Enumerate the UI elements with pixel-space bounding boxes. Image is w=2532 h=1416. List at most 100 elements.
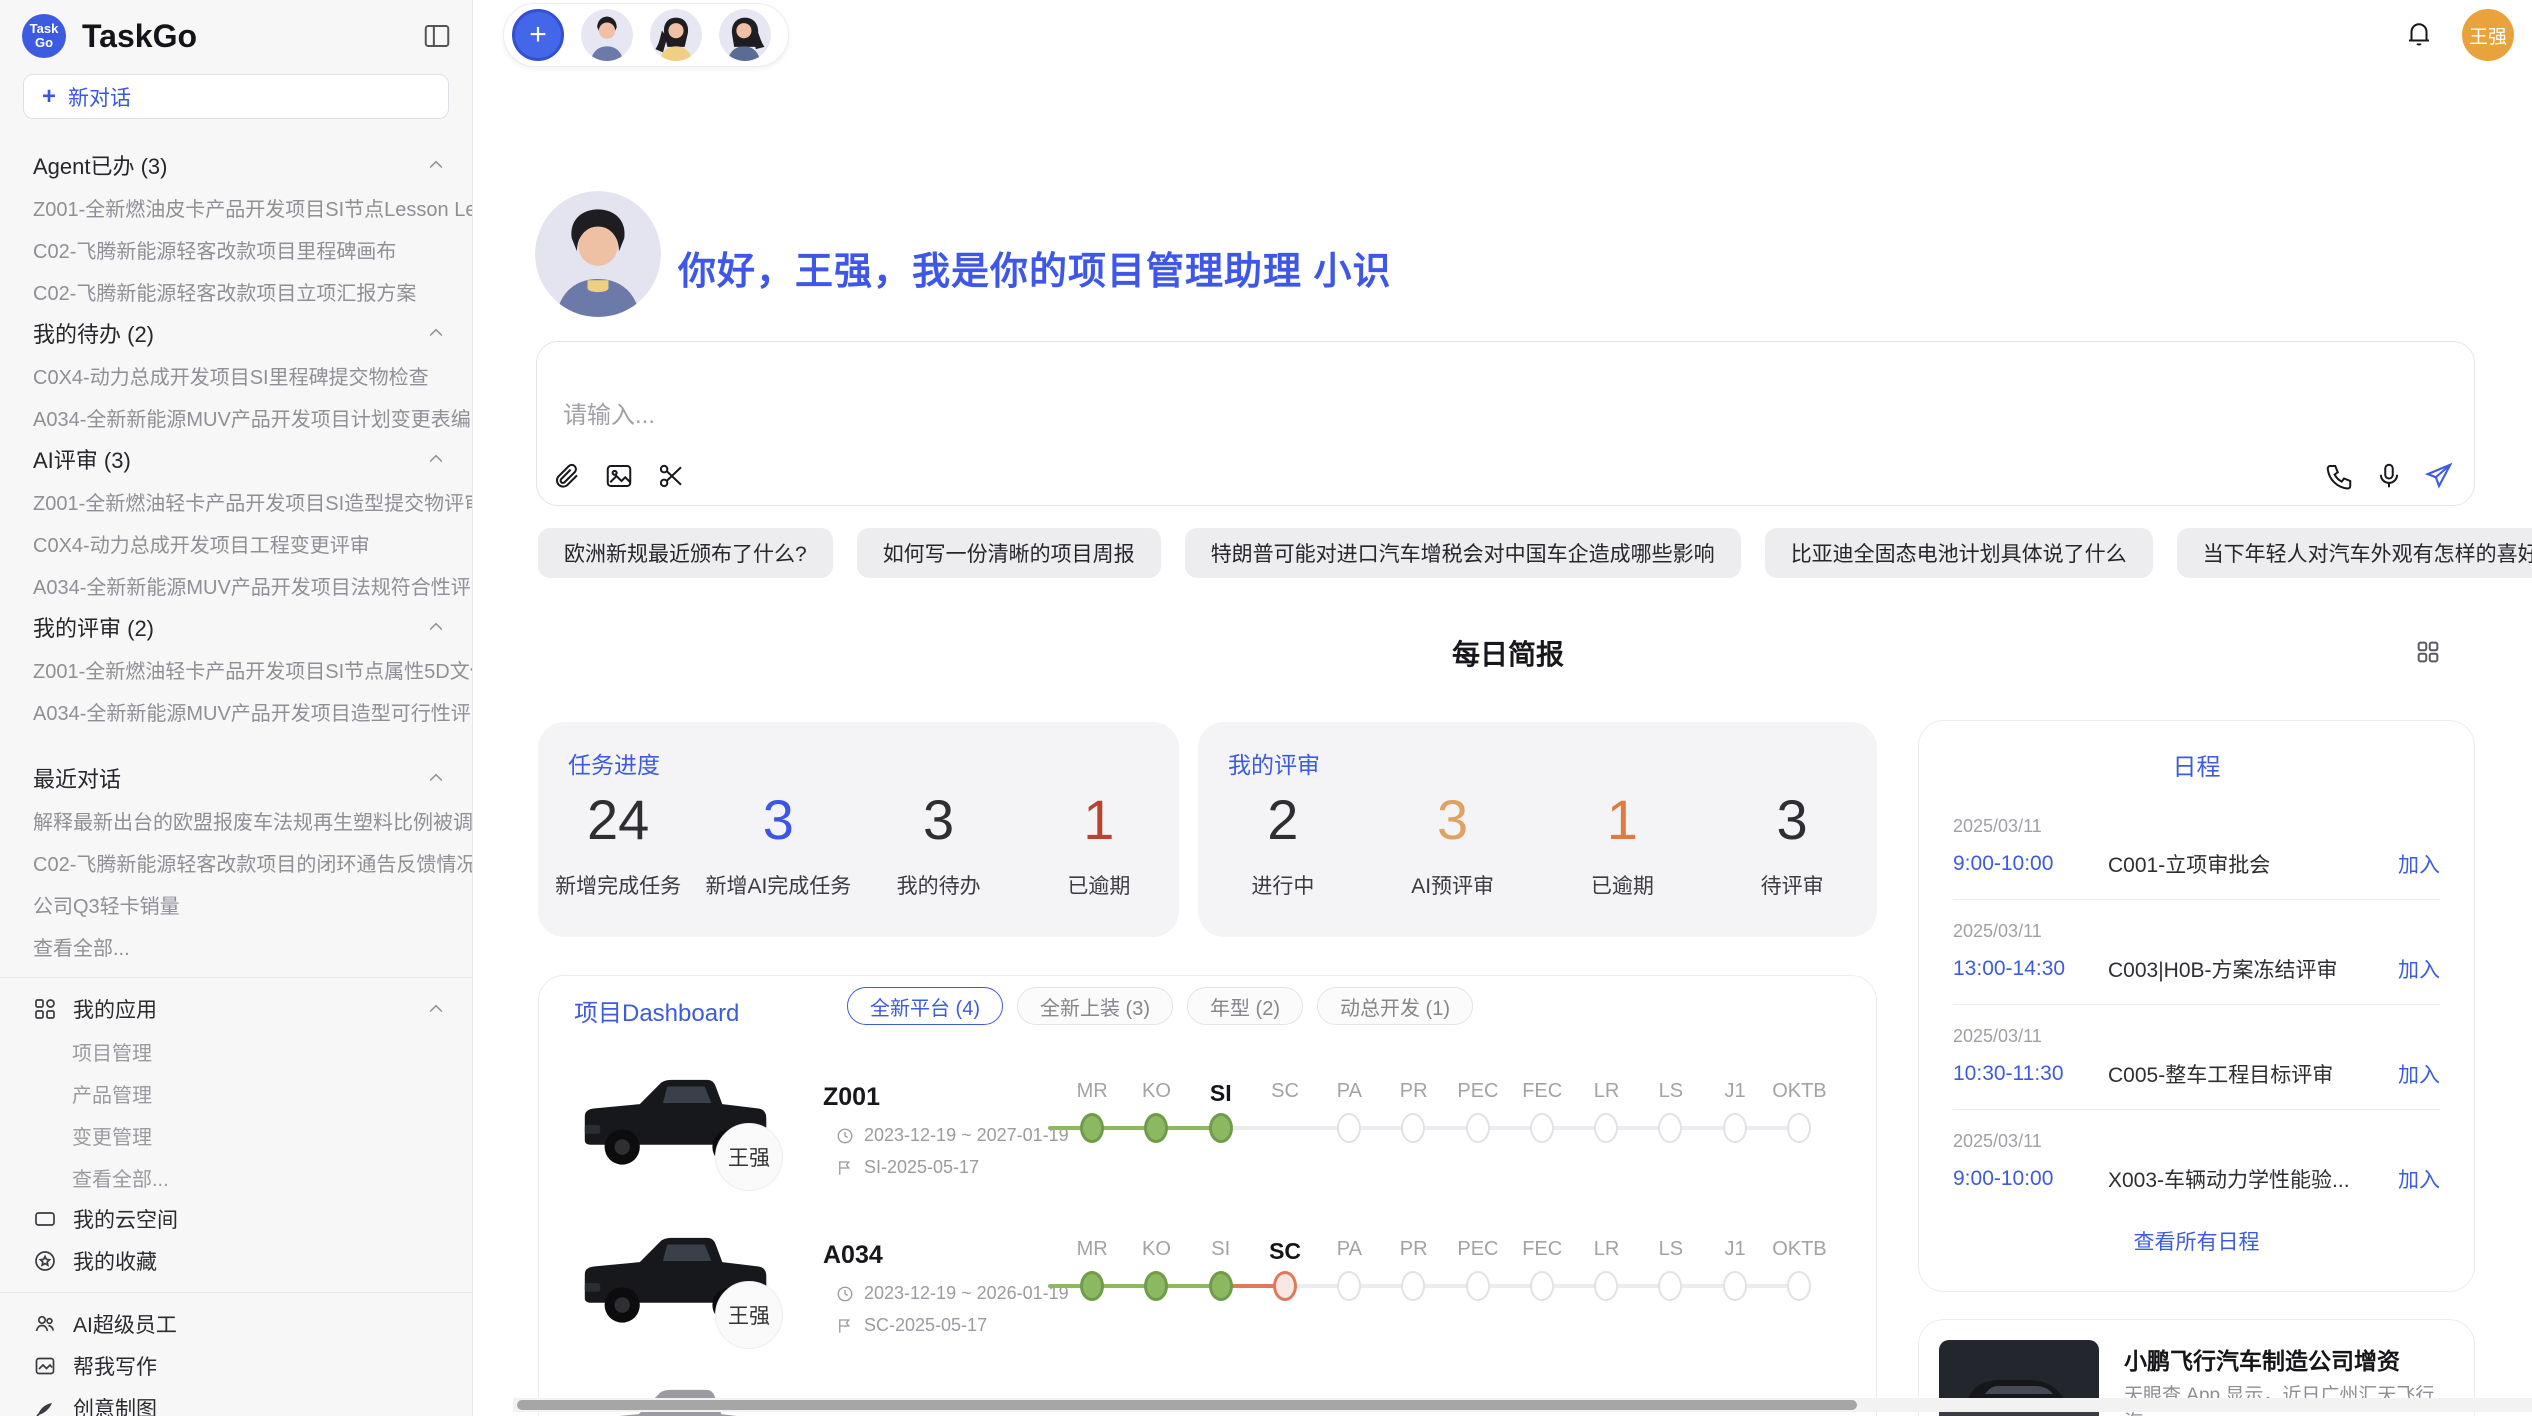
join-link[interactable]: 加入 xyxy=(2398,1059,2440,1089)
sidebar-item-favorites[interactable]: 我的收藏 xyxy=(0,1240,472,1282)
greeting-text: 你好，王强，我是你的项目管理助理 小识 xyxy=(678,240,1392,295)
schedule-entry: 2025/03/11 9:00-10:00 C001-立项审批会 加入 xyxy=(1953,816,2440,879)
chat-input[interactable] xyxy=(563,402,1963,430)
stat-value: 2 xyxy=(1198,784,1368,856)
join-link[interactable]: 加入 xyxy=(2398,954,2440,984)
list-item[interactable]: 公司Q3轻卡销量 xyxy=(0,883,472,925)
section-header-my-apps[interactable]: 我的应用 xyxy=(0,988,472,1030)
suggestion-chip[interactable]: 当下年轻人对汽车外观有怎样的喜好趋势 xyxy=(2177,528,2532,578)
voice-call-icon[interactable] xyxy=(2324,461,2354,491)
apps-grid-icon xyxy=(33,997,59,1021)
layout-toggle-icon[interactable] xyxy=(2414,638,2442,666)
sidebar-item-cloud-space[interactable]: 我的云空间 xyxy=(0,1198,472,1240)
logo-text-bottom: Go xyxy=(35,36,53,50)
sidebar-item-product-mgmt[interactable]: 产品管理 xyxy=(0,1072,472,1114)
divider xyxy=(1953,1109,2440,1110)
image-upload-icon[interactable] xyxy=(604,461,634,491)
view-all-chats[interactable]: 查看全部... xyxy=(0,925,472,967)
horizontal-scrollbar-thumb[interactable] xyxy=(517,1400,1857,1410)
section-header-my-review[interactable]: 我的评审 (2) xyxy=(0,606,472,648)
list-item[interactable]: C02-飞腾新能源轻客改款项目里程碑画布 xyxy=(0,228,472,270)
app-logo: Task Go xyxy=(22,14,66,58)
star-badge-icon xyxy=(33,1249,59,1273)
list-item[interactable]: A034-全新新能源MUV产品开发项目造型可行性评审 xyxy=(0,690,472,732)
chevron-up-icon[interactable] xyxy=(426,323,446,343)
join-link[interactable]: 加入 xyxy=(2398,849,2440,879)
sidebar-item-ai-employee[interactable]: AI超级员工 xyxy=(0,1303,472,1345)
list-item[interactable]: A034-全新新能源MUV产品开发项目计划变更表编写 xyxy=(0,396,472,438)
list-item[interactable]: C0X4-动力总成开发项目工程变更评审 xyxy=(0,522,472,564)
cloud-drive-icon xyxy=(33,1207,59,1231)
microphone-icon[interactable] xyxy=(2374,461,2404,491)
entry-name: C003|H0B-方案冻结评审 xyxy=(2108,954,2398,984)
project-row[interactable]: 王强 A034 2023-12-19 ~ 2026-01-19 SC-2025-… xyxy=(539,1219,1877,1377)
chevron-up-icon[interactable] xyxy=(426,155,446,175)
sidebar-item-project-mgmt[interactable]: 项目管理 xyxy=(0,1030,472,1072)
sidebar-item-creative-draw[interactable]: 创意制图 xyxy=(0,1387,472,1416)
section-header-my-todo[interactable]: 我的待办 (2) xyxy=(0,312,472,354)
chevron-up-icon[interactable] xyxy=(426,449,446,469)
project-row[interactable]: 王强 Z001 2023-12-19 ~ 2027-01-19 SI-2025-… xyxy=(539,1061,1877,1219)
suggestion-chip[interactable]: 特朗普可能对进口汽车增税会对中国车企造成哪些影响 xyxy=(1185,528,1741,578)
list-item[interactable]: C02-飞腾新能源轻客改款项目立项汇报方案 xyxy=(0,270,472,312)
new-chat-button[interactable]: + 新对话 xyxy=(23,74,449,119)
divider xyxy=(1953,1004,2440,1005)
stat-value: 3 xyxy=(1707,784,1877,856)
list-item[interactable]: 解释最新出台的欧盟报废车法规再生塑料比例被调至15%... xyxy=(0,799,472,841)
stat-value: 1 xyxy=(1538,784,1708,856)
list-item[interactable]: Z001-全新燃油皮卡产品开发项目SI节点Lesson Learn报告 xyxy=(0,186,472,228)
list-item[interactable]: Z001-全新燃油轻卡产品开发项目SI造型提交物评审 xyxy=(0,480,472,522)
attachment-icon[interactable] xyxy=(552,461,582,491)
clock-icon xyxy=(836,1127,854,1145)
entry-time: 9:00-10:00 xyxy=(1953,1167,2108,1191)
daily-brief-title: 每日简报 xyxy=(1278,633,1738,673)
avatar[interactable] xyxy=(650,9,702,61)
send-icon[interactable] xyxy=(2424,461,2454,491)
user-avatar[interactable]: 王强 xyxy=(2462,9,2514,61)
scissors-icon[interactable] xyxy=(656,461,686,491)
list-item[interactable]: C02-飞腾新能源轻客改款项目的闭环通告反馈情况 xyxy=(0,841,472,883)
suggestion-chip[interactable]: 如何写一份清晰的项目周报 xyxy=(857,528,1161,578)
project-dates: 2023-12-19 ~ 2027-01-19 xyxy=(864,1125,1069,1146)
sidebar-item-change-mgmt[interactable]: 变更管理 xyxy=(0,1114,472,1156)
list-item[interactable]: A034-全新新能源MUV产品开发项目法规符合性评审 xyxy=(0,564,472,606)
milestone-timeline xyxy=(1060,1113,1832,1143)
entry-time: 13:00-14:30 xyxy=(1953,957,2108,981)
filter-tab[interactable]: 年型 (2) xyxy=(1187,987,1303,1025)
chevron-up-icon[interactable] xyxy=(426,617,446,637)
list-item[interactable]: Z001-全新燃油轻卡产品开发项目SI节点属性5D文件评审 xyxy=(0,648,472,690)
join-link[interactable]: 加入 xyxy=(2398,1164,2440,1194)
collapse-sidebar-icon[interactable] xyxy=(422,21,452,51)
stat-label: AI预评审 xyxy=(1368,870,1538,900)
section-header-recent-chats[interactable]: 最近对话 xyxy=(0,757,472,799)
section-header-agent-done[interactable]: Agent已办 (3) xyxy=(0,144,472,186)
pen-icon xyxy=(33,1396,59,1416)
suggestion-chip[interactable]: 欧洲新规最近颁布了什么? xyxy=(538,528,833,578)
entry-date: 2025/03/11 xyxy=(1953,921,2440,942)
project-code: A034 xyxy=(823,1241,883,1270)
notifications-bell-icon[interactable] xyxy=(2404,18,2434,48)
suggestion-chip[interactable]: 比亚迪全固态电池计划具体说了什么 xyxy=(1765,528,2153,578)
chevron-up-icon[interactable] xyxy=(426,768,446,788)
view-all-apps[interactable]: 查看全部... xyxy=(0,1156,472,1198)
filter-tab[interactable]: 全新平台 (4) xyxy=(847,987,1003,1025)
avatar[interactable] xyxy=(581,9,633,61)
filter-tab[interactable]: 动总开发 (1) xyxy=(1317,987,1473,1025)
entry-name: C001-立项审批会 xyxy=(2108,849,2398,879)
list-item[interactable]: C0X4-动力总成开发项目SI里程碑提交物检查 xyxy=(0,354,472,396)
card-title: 我的评审 xyxy=(1228,746,1320,780)
add-session-button[interactable]: + xyxy=(512,9,564,61)
filter-tab[interactable]: 全新上装 (3) xyxy=(1017,987,1173,1025)
avatar[interactable] xyxy=(719,9,771,61)
chevron-up-icon[interactable] xyxy=(426,999,446,1019)
sidebar-item-help-write[interactable]: 帮我写作 xyxy=(0,1345,472,1387)
entry-name: X003-车辆动力学性能验... xyxy=(2108,1164,2398,1194)
schedule-title: 日程 xyxy=(1919,747,2474,782)
project-owner-badge: 王强 xyxy=(715,1281,783,1349)
schedule-entry: 2025/03/11 9:00-10:00 X003-车辆动力学性能验... 加… xyxy=(1953,1131,2440,1194)
stat-value: 3 xyxy=(698,784,858,856)
view-all-schedule-link[interactable]: 查看所有日程 xyxy=(1919,1226,2474,1256)
section-header-ai-review[interactable]: AI评审 (3) xyxy=(0,438,472,480)
schedule-entry: 2025/03/11 13:00-14:30 C003|H0B-方案冻结评审 加… xyxy=(1953,921,2440,984)
entry-time: 9:00-10:00 xyxy=(1953,852,2108,876)
